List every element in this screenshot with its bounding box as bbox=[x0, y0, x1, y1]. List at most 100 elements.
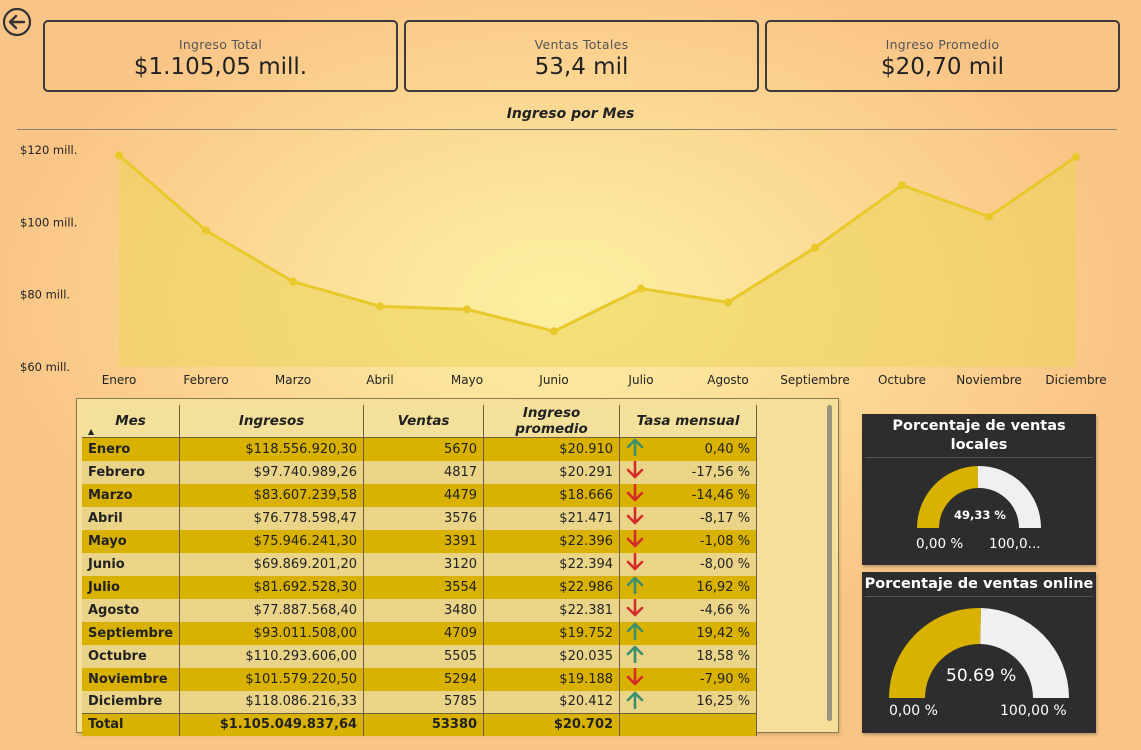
table-row[interactable]: Julio $81.692.528,30 3554 $22.986 16,92 % bbox=[82, 575, 758, 599]
area-chart[interactable]: $120 mill. $100 mill. $80 mill. $60 mill. En… bbox=[0, 130, 1141, 392]
cell-tasa-mensual: 16,25 % bbox=[619, 690, 758, 714]
column-header-mes[interactable]: Mes ▲ bbox=[82, 405, 181, 438]
x-tick-label: Abril bbox=[366, 373, 393, 387]
table-row[interactable]: Abril $76.778.598,47 3576 $21.471 -8,17 % bbox=[82, 506, 758, 530]
data-point bbox=[985, 212, 993, 221]
cell-mes: Febrero bbox=[82, 460, 181, 484]
table-row[interactable]: Marzo $83.607.239,58 4479 $18.666 -14,46 % bbox=[82, 483, 758, 507]
scrollbar-thumb[interactable] bbox=[827, 405, 832, 721]
cell-tasa-mensual: 16,92 % bbox=[619, 575, 758, 599]
cell-ingresos: $77.887.568,40 bbox=[179, 598, 365, 622]
gauge-min-label: 0,00 % bbox=[889, 703, 938, 719]
tasa-value: -17,56 % bbox=[691, 464, 751, 480]
cell-mes: Junio bbox=[82, 552, 181, 576]
cell-tasa-mensual: -8,00 % bbox=[619, 552, 758, 576]
table-row[interactable]: Febrero $97.740.989,26 4817 $20.291 -17,56 % bbox=[82, 460, 758, 484]
table-row[interactable]: Junio $69.869.201,20 3120 $22.394 -8,00 % bbox=[82, 552, 758, 576]
gauge-chart bbox=[889, 608, 1069, 698]
cell-total-ventas: 53380 bbox=[363, 713, 485, 736]
kpi-card-ingreso-promedio: Ingreso Promedio $20,70 mil bbox=[765, 20, 1120, 92]
area-fill bbox=[119, 155, 1076, 367]
arrow-down-icon bbox=[626, 484, 644, 506]
y-tick-label: $120 mill. bbox=[20, 143, 77, 157]
table-row[interactable]: Agosto $77.887.568,40 3480 $22.381 -4,66 % bbox=[82, 598, 758, 622]
cell-tasa-mensual: -14,46 % bbox=[619, 483, 758, 507]
table-total-row: Total $1.105.049.837,64 53380 $20.702 bbox=[82, 713, 758, 736]
cell-tasa-mensual: -7,90 % bbox=[619, 667, 758, 691]
arrow-down-icon bbox=[626, 599, 644, 621]
column-header-tasa-mensual[interactable]: Tasa mensual bbox=[619, 405, 758, 438]
cell-ventas: 5785 bbox=[363, 690, 485, 714]
cell-ingresos: $83.607.239,58 bbox=[179, 483, 365, 507]
cell-ventas: 3120 bbox=[363, 552, 485, 576]
data-table[interactable]: Mes ▲ Ingresos Ventas Ingreso promedio T… bbox=[76, 398, 839, 736]
table-row[interactable]: Diciembre $118.086.216,33 5785 $20.412 16,25… bbox=[82, 690, 758, 714]
cell-mes: Marzo bbox=[82, 483, 181, 507]
x-tick-label: Agosto bbox=[707, 373, 748, 387]
column-header-ingresos[interactable]: Ingresos bbox=[179, 405, 365, 438]
cell-ingreso-promedio: $22.394 bbox=[483, 552, 621, 576]
cell-tasa-mensual: -4,66 % bbox=[619, 598, 758, 622]
cell-ingresos: $118.556.920,30 bbox=[179, 437, 365, 461]
arrow-down-icon bbox=[626, 530, 644, 552]
gauge-title: Porcentaje de ventas locales bbox=[892, 418, 1066, 453]
cell-mes: Enero bbox=[82, 437, 181, 461]
gauge-min-label: 0,00 % bbox=[916, 536, 964, 552]
table-row[interactable]: Noviembre $101.579.220,50 5294 $19.188 -7,90… bbox=[82, 667, 758, 691]
tasa-value: 18,58 % bbox=[696, 648, 751, 664]
column-header-ingreso-promedio[interactable]: Ingreso promedio bbox=[483, 405, 621, 438]
cell-ingresos: $110.293.606,00 bbox=[179, 644, 365, 668]
data-point bbox=[811, 243, 819, 252]
table-row[interactable]: Mayo $75.946.241,30 3391 $22.396 -1,08 % bbox=[82, 529, 758, 553]
cell-mes: Septiembre bbox=[82, 621, 181, 645]
cell-ventas: 3391 bbox=[363, 529, 485, 553]
cell-tasa-mensual: -17,56 % bbox=[619, 460, 758, 484]
cell-ventas: 3554 bbox=[363, 575, 485, 599]
table-row[interactable]: Enero $118.556.920,30 5670 $20.910 0,40 % bbox=[82, 437, 758, 461]
cell-mes: Mayo bbox=[82, 529, 181, 553]
x-tick-label: Enero bbox=[102, 373, 137, 387]
table-row[interactable]: Octubre $110.293.606,00 5505 $20.035 18,58 % bbox=[82, 644, 758, 668]
cell-ingreso-promedio: $20.412 bbox=[483, 690, 621, 714]
cell-total-promedio: $20.702 bbox=[483, 713, 621, 736]
cell-ingresos: $69.869.201,20 bbox=[179, 552, 365, 576]
y-tick-label: $60 mill. bbox=[20, 360, 70, 374]
gauge-max-label: 100,0... bbox=[989, 536, 1041, 552]
back-arrow-icon[interactable] bbox=[2, 7, 32, 37]
tasa-value: 16,25 % bbox=[696, 694, 751, 710]
tasa-value: 19,42 % bbox=[696, 625, 751, 641]
cell-tasa-mensual: -8,17 % bbox=[619, 506, 758, 530]
tasa-value: 0,40 % bbox=[704, 441, 751, 457]
table-row[interactable]: Septiembre $93.011.508,00 4709 $19.752 19,42… bbox=[82, 621, 758, 645]
cell-tasa-mensual: -1,08 % bbox=[619, 529, 758, 553]
gauge-card-online: Porcentaje de ventas online 50.69 % 0,00… bbox=[862, 572, 1096, 733]
cell-ingreso-promedio: $22.986 bbox=[483, 575, 621, 599]
kpi-card-ventas-totales: Ventas Totales 53,4 mil bbox=[404, 20, 759, 92]
tasa-value: -1,08 % bbox=[699, 533, 751, 549]
cell-ingreso-promedio: $22.381 bbox=[483, 598, 621, 622]
data-point bbox=[724, 298, 732, 307]
cell-total-tasa bbox=[619, 713, 758, 736]
y-tick-label: $80 mill. bbox=[20, 288, 70, 302]
x-tick-label: Julio bbox=[627, 373, 653, 387]
cell-ingreso-promedio: $21.471 bbox=[483, 506, 621, 530]
cell-ingresos: $118.086.216,33 bbox=[179, 690, 365, 714]
arrow-down-icon bbox=[626, 461, 644, 483]
arrow-up-icon bbox=[626, 645, 644, 667]
kpi-card-ingreso-total: Ingreso Total $1.105,05 mill. bbox=[43, 20, 398, 92]
x-tick-label: Febrero bbox=[183, 373, 228, 387]
tasa-value: -8,00 % bbox=[699, 556, 751, 572]
chart-title: Ingreso por Mes bbox=[506, 106, 635, 122]
cell-ingresos: $75.946.241,30 bbox=[179, 529, 365, 553]
x-tick-label: Octubre bbox=[878, 373, 926, 387]
column-header-ventas[interactable]: Ventas bbox=[363, 405, 485, 438]
gauge-value: 50.69 % bbox=[946, 666, 1017, 686]
monthly-table: Mes ▲ Ingresos Ventas Ingreso promedio T… bbox=[82, 405, 758, 736]
data-point bbox=[898, 181, 906, 190]
table-scrollbar[interactable] bbox=[827, 405, 832, 721]
arrow-down-icon bbox=[626, 553, 644, 575]
cell-ingresos: $81.692.528,30 bbox=[179, 575, 365, 599]
kpi-value: $1.105,05 mill. bbox=[133, 54, 308, 80]
cell-ventas: 4709 bbox=[363, 621, 485, 645]
data-point bbox=[115, 151, 123, 160]
